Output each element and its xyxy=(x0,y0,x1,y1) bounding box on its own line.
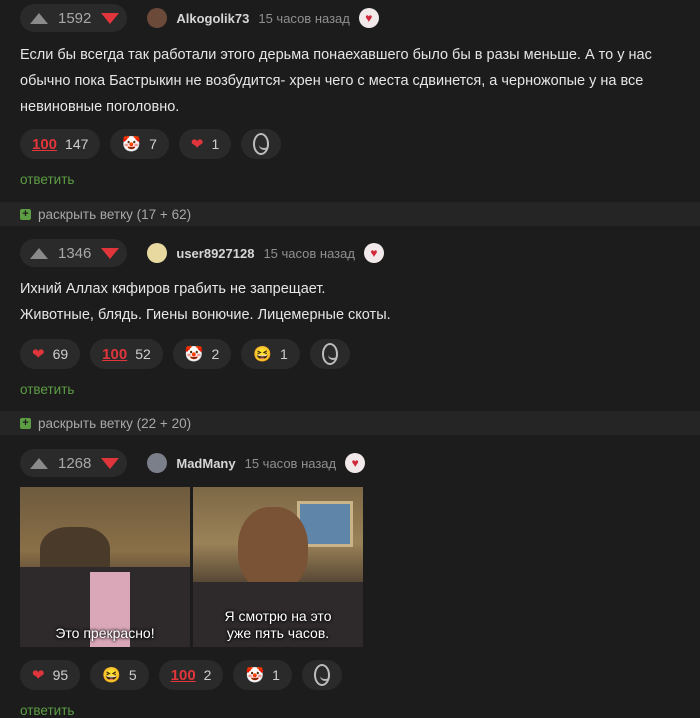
heart-icon: ❤ xyxy=(32,345,45,363)
add-reaction-button[interactable] xyxy=(309,339,350,369)
hundred-icon: 100 xyxy=(170,666,196,684)
add-reaction-button[interactable] xyxy=(301,660,342,690)
expand-thread[interactable]: + раскрыть ветку (17 + 62) xyxy=(0,202,700,226)
username[interactable]: Alkogolik73 xyxy=(176,11,249,26)
reply-link[interactable]: ответить xyxy=(20,172,74,187)
add-emoji-icon xyxy=(253,133,270,155)
timestamp[interactable]: 15 часов назад xyxy=(245,456,337,471)
reaction-laugh[interactable]: 😆 1 xyxy=(241,339,300,369)
downvote-icon[interactable] xyxy=(101,247,120,259)
comment-gif[interactable]: Это прекрасно! Я смотрю на это уже пять … xyxy=(20,487,363,647)
gif-frame-left: Это прекрасно! xyxy=(20,487,190,647)
gif-caption-line: уже пять часов. xyxy=(226,625,330,641)
reaction-heart[interactable]: ❤ 1 xyxy=(178,129,232,159)
reaction-count: 69 xyxy=(52,346,69,362)
vote-widget: 1268 xyxy=(20,449,128,477)
plus-icon: + xyxy=(20,208,31,220)
add-emoji-icon xyxy=(313,664,330,686)
comment-header: 1268 MadMany 15 часов назад ♥ xyxy=(20,449,366,477)
expand-thread[interactable]: + раскрыть ветку (22 + 20) xyxy=(0,411,700,435)
avatar[interactable] xyxy=(147,8,168,28)
vote-widget: 1346 xyxy=(20,239,128,267)
laugh-icon: 😆 xyxy=(102,666,121,684)
add-reaction-button[interactable] xyxy=(241,129,282,159)
comment-line: обычно пока Бастрыкин не возбудится- хре… xyxy=(20,73,644,89)
award-badge-icon[interactable]: ♥ xyxy=(363,243,384,263)
comment-header: 1592 Alkogolik73 15 часов назад ♥ xyxy=(20,4,379,32)
reaction-count: 1 xyxy=(279,346,288,362)
clown-icon: 🤡 xyxy=(184,345,204,363)
upvote-icon[interactable] xyxy=(30,247,48,259)
reaction-clown[interactable]: 🤡 1 xyxy=(233,660,292,690)
reaction-count: 7 xyxy=(149,136,157,152)
person-head xyxy=(238,507,308,592)
reaction-count: 147 xyxy=(65,136,89,152)
avatar[interactable] xyxy=(147,243,168,263)
upvote-icon[interactable] xyxy=(30,12,48,24)
plus-icon: + xyxy=(20,417,31,429)
comment-line: Животные, блядь. Гиены вонючие. Лицемерн… xyxy=(20,307,391,323)
timestamp[interactable]: 15 часов назад xyxy=(263,246,355,261)
reaction-heart[interactable]: ❤ 69 xyxy=(20,339,81,369)
username[interactable]: MadMany xyxy=(176,456,235,471)
expand-thread-label: раскрыть ветку (22 + 20) xyxy=(38,415,192,431)
downvote-icon[interactable] xyxy=(101,12,120,24)
vote-widget: 1592 xyxy=(20,4,128,32)
laugh-icon: 😆 xyxy=(253,345,272,363)
award-badge-icon[interactable]: ♥ xyxy=(358,8,379,28)
reactions-bar: ❤ 95 😆 5 100 2 🤡 1 xyxy=(20,660,352,690)
award-badge-icon[interactable]: ♥ xyxy=(345,453,366,473)
reply-link[interactable]: ответить xyxy=(20,382,74,397)
heart-icon: ❤ xyxy=(32,666,45,684)
reaction-hundred[interactable]: 100 2 xyxy=(158,660,224,690)
timestamp[interactable]: 15 часов назад xyxy=(258,11,350,26)
reaction-clown[interactable]: 🤡 2 xyxy=(172,339,232,369)
upvote-icon[interactable] xyxy=(30,457,48,469)
comment-text: Ихний Аллах кяфиров грабить не запрещает… xyxy=(20,276,680,328)
comment-text: Если бы всегда так работали этого дерьма… xyxy=(20,42,680,120)
reactions-bar: 100 147 🤡 7 ❤ 1 xyxy=(20,129,291,159)
reaction-clown[interactable]: 🤡 7 xyxy=(110,129,169,159)
comment-line: невиновные поголовно. xyxy=(20,99,180,115)
rating-count: 1268 xyxy=(58,454,92,472)
add-emoji-icon xyxy=(321,343,338,365)
reaction-count: 52 xyxy=(135,346,151,362)
comment-line: Если бы всегда так работали этого дерьма… xyxy=(20,47,652,63)
reaction-hundred[interactable]: 100 52 xyxy=(90,339,163,369)
rating-count: 1592 xyxy=(58,9,92,27)
hundred-icon: 100 xyxy=(102,345,128,363)
rating-count: 1346 xyxy=(58,244,92,262)
reaction-count: 2 xyxy=(203,667,212,683)
clown-icon: 🤡 xyxy=(245,666,265,684)
gif-caption-line: Я смотрю на это xyxy=(224,608,332,624)
reaction-count: 95 xyxy=(52,667,69,683)
comment-header: 1346 user8927128 15 часов назад ♥ xyxy=(20,239,384,267)
reaction-count: 5 xyxy=(128,667,137,683)
gif-caption: Это прекрасно! xyxy=(55,625,155,641)
reply-link[interactable]: ответить xyxy=(20,703,74,718)
hundred-icon: 100 xyxy=(32,135,58,153)
comment-line: Ихний Аллах кяфиров грабить не запрещает… xyxy=(20,281,326,297)
reaction-count: 2 xyxy=(211,346,220,362)
reaction-laugh[interactable]: 😆 5 xyxy=(90,660,149,690)
clown-icon: 🤡 xyxy=(122,135,142,153)
avatar[interactable] xyxy=(147,453,168,473)
reactions-bar: ❤ 69 100 52 🤡 2 😆 1 xyxy=(20,339,360,369)
reaction-hundred[interactable]: 100 147 xyxy=(20,129,101,159)
heart-icon: ❤ xyxy=(190,135,204,153)
username[interactable]: user8927128 xyxy=(176,246,254,261)
reaction-count: 1 xyxy=(211,136,220,152)
downvote-icon[interactable] xyxy=(101,457,120,469)
expand-thread-label: раскрыть ветку (17 + 62) xyxy=(38,206,192,222)
gif-caption: Я смотрю на это уже пять часов. xyxy=(193,608,363,642)
gif-frame-right: Я смотрю на это уже пять часов. xyxy=(193,487,363,647)
reaction-count: 1 xyxy=(272,667,280,683)
reaction-heart[interactable]: ❤ 95 xyxy=(20,660,81,690)
